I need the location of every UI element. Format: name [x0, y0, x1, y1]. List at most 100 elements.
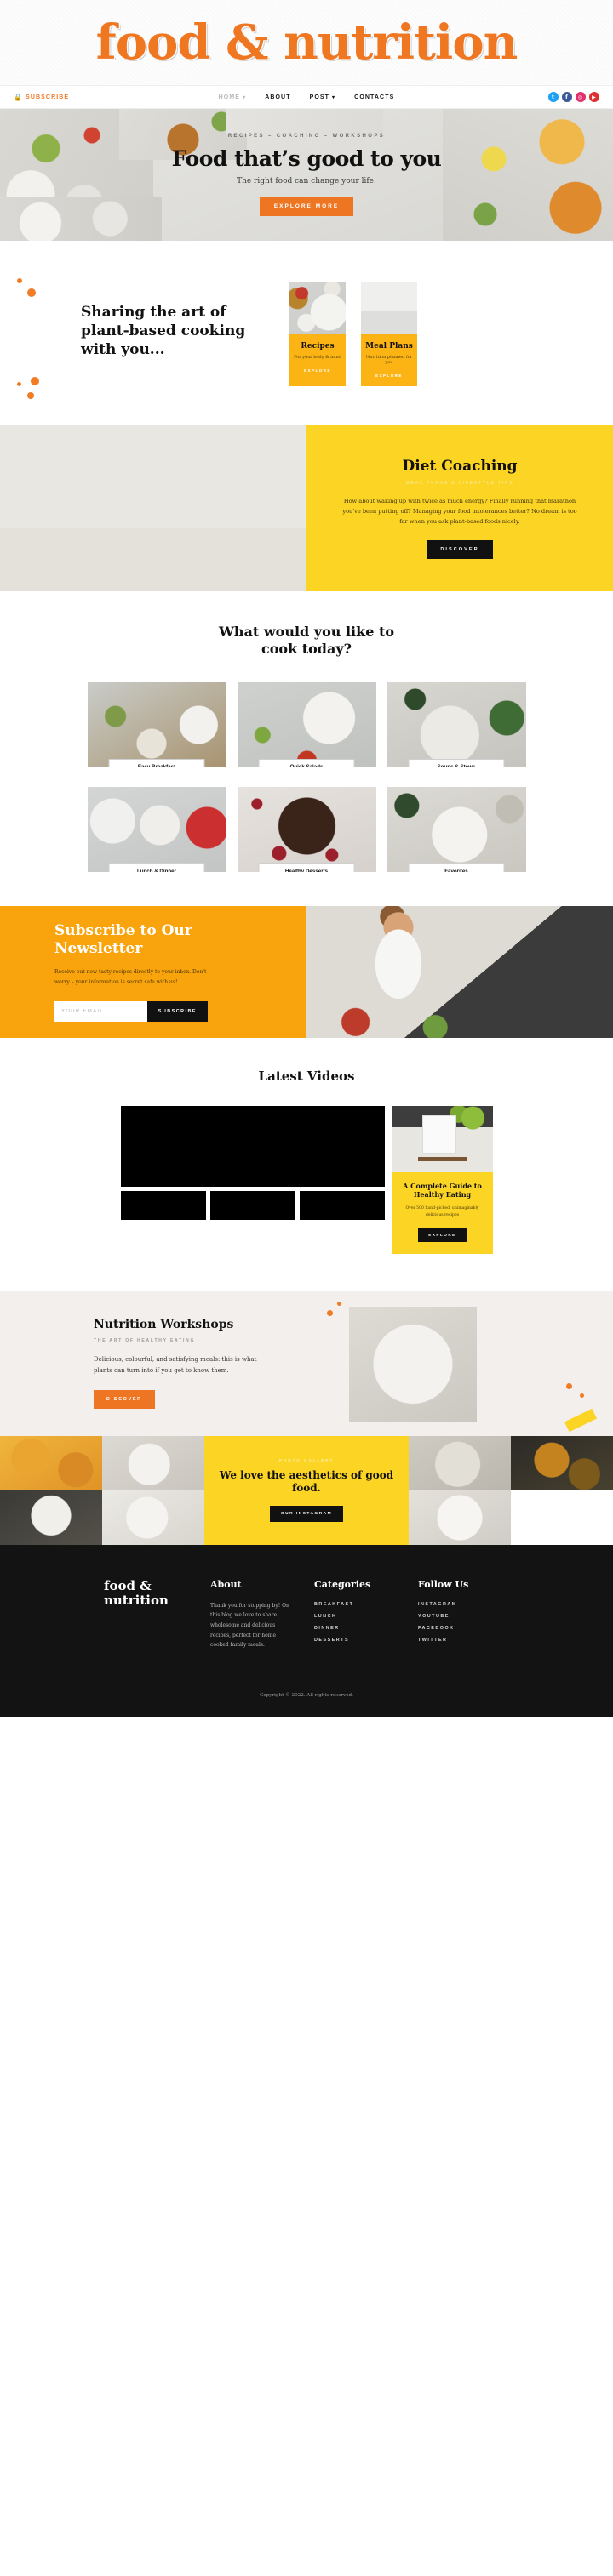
newsletter-body: Receive out new tasty recipes directly t… [54, 969, 207, 986]
coaching-cta-button[interactable]: DISCOVER [427, 540, 493, 560]
category-label: Favorites [408, 863, 505, 872]
meal-plans-card-link[interactable]: EXPLORE [365, 373, 413, 378]
instagram-cta-button[interactable]: OUR INSTAGRAM [269, 1505, 344, 1522]
footer-category-item[interactable]: DINNER [314, 1626, 418, 1631]
footer-about-body: Thank you for stopping by! On this blog … [210, 1602, 289, 1649]
workshops-section: Nutrition Workshops THE ART OF HEALTHY E… [0, 1291, 613, 1436]
youtube-icon[interactable]: ▶ [589, 92, 599, 102]
subscribe-button[interactable]: SUBSCRIBE [146, 1000, 208, 1022]
footer-follow-item[interactable]: TWITTER [418, 1638, 522, 1643]
recipes-card-image [289, 282, 346, 334]
copyright-text: Copyright © 2022. All rights reserved. [260, 1693, 353, 1699]
workshops-kicker: THE ART OF HEALTHY EATING [94, 1338, 196, 1344]
workshops-photo [349, 1306, 477, 1422]
category-tile-quick-salads[interactable]: Quick Salads [237, 681, 376, 767]
instagram-photo[interactable] [409, 1490, 511, 1545]
social-links: t f ◎ ▶ [429, 92, 599, 102]
video-thumbnail[interactable] [299, 1190, 385, 1220]
category-tile-lunch-dinner[interactable]: Lunch & Dinner [87, 786, 226, 872]
footer-category-item[interactable]: BREAKFAST [314, 1602, 418, 1607]
instagram-cta-panel: PHOTO GALLERY We love the aesthetics of … [204, 1435, 409, 1545]
footer-follow-item[interactable]: FACEBOOK [418, 1626, 522, 1631]
footer-logo[interactable]: food & nutrition [104, 1577, 210, 1650]
decorative-strip [564, 1408, 598, 1432]
footer-follow-item[interactable]: INSTAGRAM [418, 1602, 522, 1607]
latest-videos-section: Latest Videos A Complete Guide to Health… [0, 1037, 613, 1291]
category-label: Easy Breakfast [108, 758, 205, 767]
promo-card-meal-plans[interactable]: Meal Plans Nutrition planned for you EXP… [361, 282, 417, 386]
email-input[interactable] [54, 1000, 147, 1022]
instagram-photo[interactable] [102, 1490, 204, 1545]
instagram-icon[interactable]: ◎ [576, 92, 586, 102]
recipes-card-title: Recipes [301, 342, 335, 350]
footer-categories-column: Categories BREAKFAST LUNCH DINNER DESSER… [314, 1579, 418, 1650]
main-navigation: 🔒 SUBSCRIBE HOME ▾ ABOUT POST ▾ CONTACTS… [0, 85, 613, 109]
video-thumbnail[interactable] [120, 1190, 206, 1220]
instagram-photo[interactable] [409, 1435, 511, 1490]
nav-item-home[interactable]: HOME ▾ [219, 94, 247, 100]
instagram-photo[interactable] [0, 1435, 102, 1490]
facebook-icon[interactable]: f [562, 92, 572, 102]
decorative-dot [31, 377, 39, 385]
footer-follow-list: INSTAGRAM YOUTUBE FACEBOOK TWITTER [418, 1602, 522, 1643]
hero-section: RECIPES – COACHING – WORKSHOPS Food that… [0, 109, 613, 241]
meal-plans-card-title: Meal Plans [365, 342, 413, 350]
newsletter-photo [306, 905, 613, 1038]
meal-plans-card-desc: Nutrition planned for you [365, 355, 413, 365]
hero-cta-button[interactable]: EXPLORE MORE [259, 197, 354, 216]
decorative-dot [17, 278, 22, 283]
workshops-body: Delicious, colourful, and satisfying mea… [94, 1356, 257, 1375]
nav-label-contacts: CONTACTS [354, 94, 395, 100]
promo-card-recipes[interactable]: Recipes For your body & mind EXPLORE [289, 282, 346, 386]
category-tile-healthy-desserts[interactable]: Healthy Desserts [237, 786, 376, 872]
workshops-cta-button[interactable]: DISCOVER [94, 1390, 155, 1410]
category-label: Lunch & Dinner [108, 863, 205, 872]
site-logo[interactable]: food & nutrition [96, 19, 518, 66]
newsletter-section: Subscribe to Our Newsletter Receive out … [0, 905, 613, 1038]
videos-heading: Latest Videos [258, 1068, 355, 1084]
recipes-card-link[interactable]: EXPLORE [294, 368, 341, 373]
guide-card[interactable]: A Complete Guide to Healthy Eating Over … [392, 1105, 493, 1254]
sharing-section: Sharing the art of plant-based cooking w… [0, 241, 613, 425]
guide-cta-button[interactable]: EXPLORE [418, 1227, 467, 1242]
decorative-dot [566, 1382, 572, 1389]
category-label: Soups & Stews [408, 758, 505, 767]
main-video-player[interactable] [120, 1105, 385, 1187]
nav-menu: HOME ▾ ABOUT POST ▾ CONTACTS [184, 94, 429, 100]
footer-logo-line1: food & [104, 1577, 152, 1593]
footer-category-item[interactable]: DESSERTS [314, 1638, 418, 1643]
guide-card-image [392, 1105, 493, 1172]
newsletter-heading: Subscribe to Our Newsletter [54, 922, 192, 958]
video-thumbnails [120, 1190, 385, 1220]
category-tile-soups-stews[interactable]: Soups & Stews [387, 681, 526, 767]
instagram-heading: We love the aesthetics of good food. [219, 1468, 394, 1495]
diet-coaching-section: Diet Coaching MEAL PLANS & LIFESTYLE TIP… [0, 425, 613, 591]
instagram-gallery-section: PHOTO GALLERY We love the aesthetics of … [0, 1435, 613, 1545]
footer-category-item[interactable]: LUNCH [314, 1614, 418, 1619]
guide-card-title: A Complete Guide to Healthy Eating [403, 1181, 482, 1200]
category-label: Healthy Desserts [258, 863, 355, 872]
coaching-body: How about waking up with twice as much e… [342, 497, 577, 526]
homepage: food & nutrition 🔒 SUBSCRIBE HOME ▾ ABOU… [0, 0, 613, 1718]
newsletter-form: SUBSCRIBE [54, 1000, 208, 1022]
twitter-icon[interactable]: t [548, 92, 559, 102]
footer-follow-title: Follow Us [418, 1578, 469, 1590]
subscribe-link[interactable]: 🔒 SUBSCRIBE [14, 94, 184, 101]
video-thumbnail[interactable] [209, 1190, 295, 1220]
category-grid: Easy Breakfast Quick Salads Soups & Stew… [0, 681, 613, 872]
decorative-dot [580, 1393, 584, 1398]
nav-item-about[interactable]: ABOUT [265, 94, 290, 100]
category-tile-favorites[interactable]: Favorites [387, 786, 526, 872]
category-tile-easy-breakfast[interactable]: Easy Breakfast [87, 681, 226, 767]
footer-follow-item[interactable]: YOUTUBE [418, 1614, 522, 1619]
instagram-photo[interactable] [102, 1435, 204, 1490]
site-header: food & nutrition [0, 0, 613, 85]
decorative-dot [27, 288, 36, 297]
footer-logo-line2: nutrition [104, 1592, 169, 1608]
instagram-photo[interactable] [0, 1490, 102, 1545]
instagram-photo[interactable] [511, 1435, 613, 1490]
nav-item-contacts[interactable]: CONTACTS [354, 94, 394, 100]
guide-card-body: Over 500 hand-picked, unimaginably delic… [405, 1206, 479, 1217]
instagram-kicker: PHOTO GALLERY [278, 1458, 335, 1463]
nav-item-post[interactable]: POST ▾ [310, 94, 336, 100]
